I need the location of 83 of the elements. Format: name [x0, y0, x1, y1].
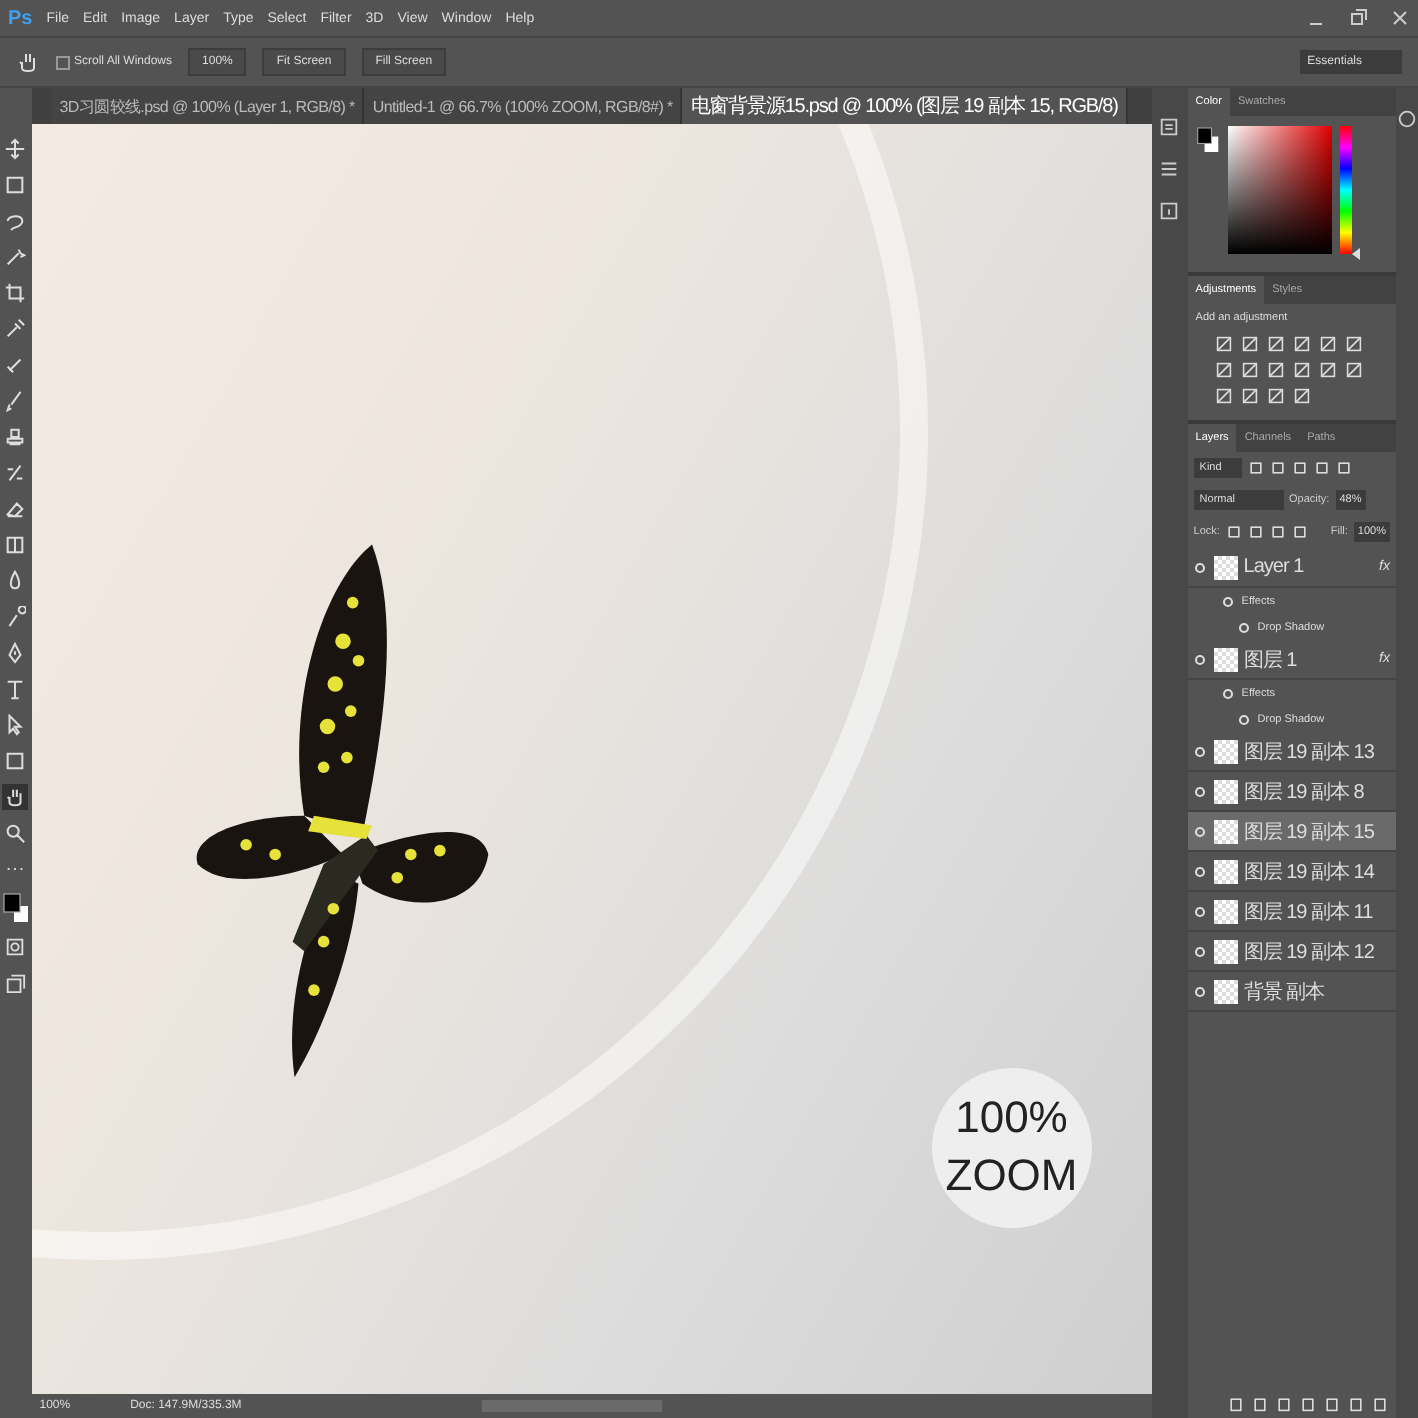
layer-thumbnail — [1213, 939, 1238, 963]
history-panel-icon[interactable] — [1158, 116, 1181, 138]
eye-icon[interactable] — [1235, 619, 1252, 635]
eye-icon[interactable] — [1191, 559, 1208, 575]
adjustment-icon[interactable] — [1215, 336, 1232, 352]
adjustment-icon[interactable] — [1241, 388, 1258, 404]
adjustment-icon[interactable] — [1319, 336, 1336, 352]
eye-icon[interactable] — [1219, 685, 1236, 701]
adjustment-icon[interactable] — [1293, 388, 1310, 404]
zoom-tool-icon[interactable] — [2, 820, 29, 846]
gradient-tool-icon[interactable] — [2, 532, 29, 558]
layer-thumbnail — [1213, 739, 1238, 763]
close-icon[interactable] — [1390, 8, 1410, 28]
adjustment-icon[interactable] — [1241, 362, 1258, 378]
quick-mask-icon[interactable] — [2, 934, 29, 960]
app-logo: Ps — [8, 7, 33, 29]
screen-mode-icon[interactable] — [2, 970, 29, 996]
adjustment-icon[interactable] — [1241, 336, 1258, 352]
eye-icon[interactable] — [1191, 983, 1208, 999]
eyedropper-tool-icon[interactable] — [2, 316, 29, 342]
adjustment-icon[interactable] — [1267, 362, 1284, 378]
wand-tool-icon[interactable] — [2, 244, 29, 270]
info-panel-icon[interactable] — [1158, 200, 1181, 222]
layer-thumbnail — [1213, 859, 1238, 883]
eye-icon[interactable] — [1191, 943, 1208, 959]
marquee-tool-icon[interactable] — [2, 172, 29, 198]
color-swatches-icon[interactable] — [1, 892, 30, 924]
eye-icon[interactable] — [1191, 651, 1208, 667]
restore-icon[interactable] — [1348, 8, 1368, 28]
adjustment-icon[interactable] — [1293, 362, 1310, 378]
layer-name: 图层 19 副本 15 — [1243, 819, 1374, 845]
stamp-tool-icon[interactable] — [2, 424, 29, 450]
hue-slider-thumb[interactable] — [1351, 248, 1360, 260]
path-tool-icon[interactable] — [2, 712, 29, 738]
crop-tool-icon[interactable] — [2, 280, 29, 306]
document-tab[interactable]: 电窗背景源15.psd @ 100% (图层 19 副本 15, RGB/8) — [682, 88, 1128, 124]
layer-name: 图层 19 副本 13 — [1243, 739, 1374, 765]
layer-row[interactable]: 图层 19 副本 13 — [1187, 732, 1396, 772]
layer-name: 背景 副本 — [1243, 979, 1325, 1005]
layer-thumbnail — [1213, 555, 1238, 579]
adjustment-icon[interactable] — [1345, 336, 1362, 352]
layer-name: 图层 19 副本 12 — [1243, 939, 1374, 965]
layer-name: 图层 19 副本 8 — [1243, 779, 1364, 805]
color-swatches-icon[interactable] — [1195, 126, 1220, 154]
layer-row[interactable]: 图层 19 副本 12 — [1187, 932, 1396, 972]
shape-tool-icon[interactable] — [2, 748, 29, 774]
eraser-tool-icon[interactable] — [2, 496, 29, 522]
layer-thumbnail — [1213, 899, 1238, 923]
document-tab[interactable]: 3D习圆较线.psd @ 100% (Layer 1, RGB/8) * — [51, 88, 365, 124]
adjustment-icon[interactable] — [1215, 388, 1232, 404]
zoom-caption: 100% ZOOM — [931, 1068, 1092, 1228]
layer-thumbnail — [1213, 779, 1238, 803]
layer-row[interactable]: 图层 19 副本 14 — [1187, 852, 1396, 892]
eye-icon[interactable] — [1191, 903, 1208, 919]
brush-preset-icon[interactable] — [1396, 108, 1418, 130]
eye-icon[interactable] — [1191, 783, 1208, 799]
adjustment-icon[interactable] — [1319, 362, 1336, 378]
adjustment-icon[interactable] — [1215, 362, 1232, 378]
adjustment-icon[interactable] — [1267, 388, 1284, 404]
layer-name: 图层 19 副本 11 — [1243, 899, 1373, 925]
layer-thumbnail — [1213, 647, 1238, 671]
adjustment-icon[interactable] — [1267, 336, 1284, 352]
hand-tool-icon[interactable] — [2, 784, 29, 810]
layer-name: 图层 19 副本 14 — [1243, 859, 1374, 885]
layer-thumbnail — [1213, 979, 1238, 1003]
layer-name: 图层 1 — [1243, 647, 1297, 673]
adjustment-icon[interactable] — [1345, 362, 1362, 378]
eye-icon[interactable] — [1191, 823, 1208, 839]
hand-icon[interactable] — [16, 50, 40, 74]
eye-icon[interactable] — [1235, 711, 1252, 727]
eye-icon[interactable] — [1219, 593, 1236, 609]
eye-icon[interactable] — [1191, 743, 1208, 759]
layer-row[interactable]: 背景 副本 — [1187, 972, 1396, 1012]
layer-thumbnail — [1213, 819, 1238, 843]
layer-row[interactable]: 图层 19 副本 11 — [1187, 892, 1396, 932]
properties-panel-icon[interactable] — [1158, 158, 1181, 180]
layer-row[interactable]: 图层 19 副本 15 — [1187, 812, 1396, 852]
eye-icon[interactable] — [1191, 863, 1208, 879]
color-picker-field[interactable] — [1227, 126, 1332, 254]
move-tool-icon[interactable] — [2, 136, 29, 162]
document-tab[interactable]: Untitled-1 @ 66.7% (100% ZOOM, RGB/8#) * — [364, 88, 683, 124]
layer-name: Layer 1 — [1243, 556, 1304, 578]
adjustment-icon[interactable] — [1293, 336, 1310, 352]
